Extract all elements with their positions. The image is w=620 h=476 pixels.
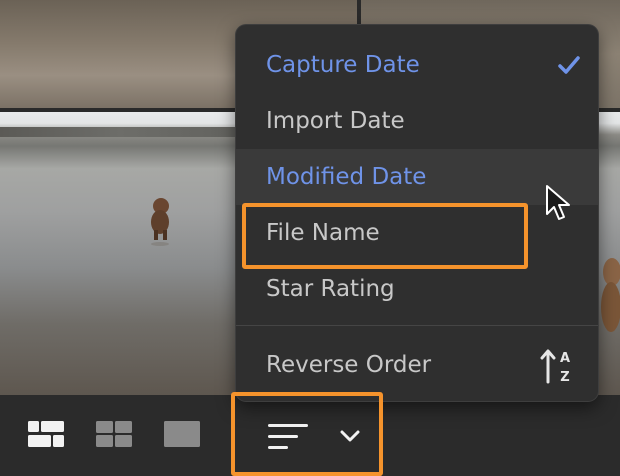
menu-item-label: Modified Date xyxy=(266,164,427,190)
menu-item-reverse-order[interactable]: Reverse Order A Z xyxy=(236,337,598,393)
menu-item-label: Star Rating xyxy=(266,276,395,302)
sort-az-icon: A Z xyxy=(540,349,570,385)
square-grid-icon[interactable] xyxy=(96,421,132,447)
menu-item-star-rating[interactable]: Star Rating xyxy=(236,261,598,317)
menu-item-label: Import Date xyxy=(266,108,405,134)
menu-item-capture-date[interactable]: Capture Date xyxy=(236,37,598,93)
menu-item-import-date[interactable]: Import Date xyxy=(236,93,598,149)
sort-button-highlight xyxy=(231,392,383,476)
single-view-icon[interactable] xyxy=(164,421,200,447)
menu-item-modified-date[interactable]: Modified Date xyxy=(236,149,598,205)
checkmark-icon xyxy=(558,56,580,74)
menu-item-label: Capture Date xyxy=(266,52,420,78)
file-name-highlight xyxy=(242,203,528,269)
menu-divider xyxy=(236,325,598,326)
photo-dog-right-edge xyxy=(601,258,620,332)
photo-shoreline xyxy=(0,127,240,137)
svg-text:A: A xyxy=(560,351,570,366)
mouse-cursor-icon xyxy=(546,185,570,220)
svg-text:Z: Z xyxy=(560,370,569,385)
square-grid-large-icon[interactable] xyxy=(28,421,64,447)
menu-item-label: Reverse Order xyxy=(266,352,432,378)
photo-dog xyxy=(151,198,169,246)
